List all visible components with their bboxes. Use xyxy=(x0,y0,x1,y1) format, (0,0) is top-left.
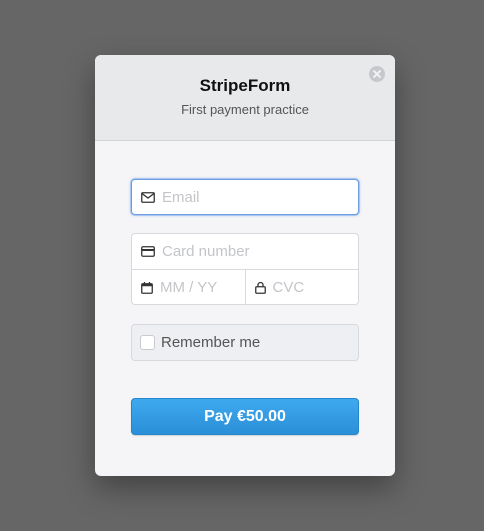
payment-modal: StripeForm First payment practice Email … xyxy=(95,55,395,476)
card-number-input[interactable] xyxy=(162,243,358,260)
modal-header: StripeForm First payment practice xyxy=(95,55,395,141)
card-expiry-cvc-row xyxy=(132,270,358,305)
close-button[interactable] xyxy=(369,66,385,82)
expiry-field[interactable] xyxy=(132,270,245,305)
cvc-input[interactable] xyxy=(272,279,358,296)
envelope-icon xyxy=(141,190,155,204)
remember-me-toggle[interactable]: Remember me xyxy=(131,324,359,361)
remember-me-checkbox[interactable] xyxy=(140,335,155,350)
remember-me-label: Remember me xyxy=(161,334,261,351)
email-field[interactable] xyxy=(131,179,359,215)
credit-card-icon xyxy=(141,245,155,259)
card-details-group xyxy=(131,233,359,305)
close-icon xyxy=(373,70,381,78)
modal-subtitle: First payment practice xyxy=(181,102,309,117)
calendar-icon xyxy=(141,281,153,295)
modal-title: StripeForm xyxy=(199,76,291,95)
email-input[interactable] xyxy=(162,188,358,206)
cvc-field[interactable] xyxy=(244,270,358,305)
pay-button[interactable]: Pay €50.00 xyxy=(131,398,359,435)
lock-icon xyxy=(254,281,266,295)
expiry-input[interactable] xyxy=(160,279,245,296)
card-number-field[interactable] xyxy=(132,234,358,270)
